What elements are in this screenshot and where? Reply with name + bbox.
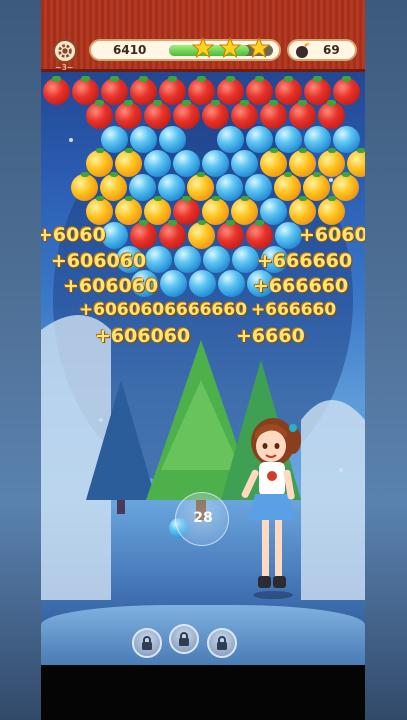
bomb-icon — [296, 42, 310, 58]
tomato-bubble — [260, 100, 287, 129]
score-popup: +6060 — [41, 224, 106, 246]
tomato-bubble — [159, 220, 186, 249]
score-popup: +6060 — [299, 224, 365, 246]
locked-booster-2[interactable] — [169, 624, 199, 654]
bubble-shooter[interactable]: 28 — [175, 492, 229, 546]
blue-bubble — [144, 150, 171, 177]
right-background-panel — [365, 0, 407, 720]
blue-bubble — [275, 126, 302, 153]
score-popup: +606060 — [51, 250, 147, 272]
blue-bubble — [101, 126, 128, 153]
lock-icon — [142, 636, 152, 650]
score-bar: 6410 — [89, 36, 281, 61]
orange-bubble — [71, 172, 98, 201]
blue-bubble — [173, 150, 200, 177]
blue-bubble — [217, 126, 244, 153]
orange-bubble — [86, 196, 113, 225]
orange-bubble — [144, 196, 171, 225]
blue-bubble — [160, 270, 187, 297]
orange-bubble — [187, 172, 214, 201]
score-popup: +666660 — [251, 300, 337, 320]
shots-left-counter: 28 — [193, 510, 213, 526]
star-icon — [247, 36, 271, 60]
orange-bubble — [274, 172, 301, 201]
star-icon — [191, 36, 215, 60]
orange-bubble — [289, 148, 316, 177]
game-board[interactable]: +6060 +6060 +606060 +666660 +606060 +666… — [41, 0, 365, 665]
blue-bubble — [189, 270, 216, 297]
bombs-counter[interactable]: 69 — [287, 39, 357, 61]
orange-bubble — [86, 148, 113, 177]
lock-icon — [179, 632, 189, 646]
orange-bubble — [260, 148, 287, 177]
left-background-panel — [0, 0, 41, 720]
blue-bubble — [202, 150, 229, 177]
blue-bubble — [203, 246, 230, 273]
gear-icon — [58, 44, 72, 58]
score-value: 6410 — [113, 43, 147, 57]
blue-bubble — [158, 174, 185, 201]
score-popup: +606060 — [95, 325, 191, 347]
tomato-bubble — [318, 100, 345, 129]
blue-bubble — [333, 126, 360, 153]
blue-bubble — [246, 126, 273, 153]
tomato-bubble — [130, 220, 157, 249]
orange-bubble — [332, 172, 359, 201]
lock-icon — [217, 636, 227, 650]
settings-button[interactable] — [53, 39, 77, 63]
blue-bubble — [218, 270, 245, 297]
bombs-count: 69 — [323, 43, 340, 57]
blue-bubble — [130, 126, 157, 153]
blue-bubble — [232, 246, 259, 273]
locked-booster-3[interactable] — [207, 628, 237, 658]
tomato-bubble — [173, 196, 200, 225]
level-indicator: ~3~ — [55, 63, 74, 72]
orange-bubble — [115, 196, 142, 225]
score-popup: +606060 — [63, 275, 159, 297]
blue-bubble — [216, 174, 243, 201]
tomato-bubble — [231, 100, 258, 129]
bottom-black-bar — [41, 665, 365, 720]
blue-bubble — [275, 222, 302, 249]
blue-bubble — [159, 126, 186, 153]
tomato-bubble — [333, 76, 360, 105]
orange-bubble — [303, 172, 330, 201]
orange-bubble — [231, 196, 258, 225]
locked-booster-1[interactable] — [132, 628, 162, 658]
orange-bubble — [100, 172, 127, 201]
blue-bubble — [231, 150, 258, 177]
orange-bubble — [318, 148, 345, 177]
top-bar: ~3~ 6410 69 — [41, 0, 365, 72]
orange-bubble — [202, 196, 229, 225]
blue-bubble — [145, 246, 172, 273]
score-popup: +666660 — [253, 275, 349, 297]
star-icon — [218, 36, 242, 60]
tomato-bubble — [289, 100, 316, 129]
tomato-bubble — [43, 76, 70, 105]
blue-bubble — [304, 126, 331, 153]
blue-bubble — [129, 174, 156, 201]
tomato-bubble — [173, 100, 200, 129]
tomato-bubble — [144, 100, 171, 129]
blue-bubble — [174, 246, 201, 273]
orange-bubble — [318, 196, 345, 225]
score-popup: +6660 — [236, 325, 305, 347]
score-popup: +666660 — [257, 250, 353, 272]
tomato-bubble — [246, 220, 273, 249]
blue-bubble — [260, 198, 287, 225]
snow-ground — [41, 605, 365, 665]
tomato-bubble — [115, 100, 142, 129]
girl-character — [241, 418, 301, 599]
score-popup: +6060606666660 — [79, 300, 248, 320]
tomato-bubble — [217, 220, 244, 249]
tomato-bubble — [86, 100, 113, 129]
tomato-bubble — [202, 100, 229, 129]
blue-bubble — [245, 174, 272, 201]
orange-bubble — [115, 148, 142, 177]
orange-bubble — [289, 196, 316, 225]
orange-bubble — [188, 220, 215, 249]
